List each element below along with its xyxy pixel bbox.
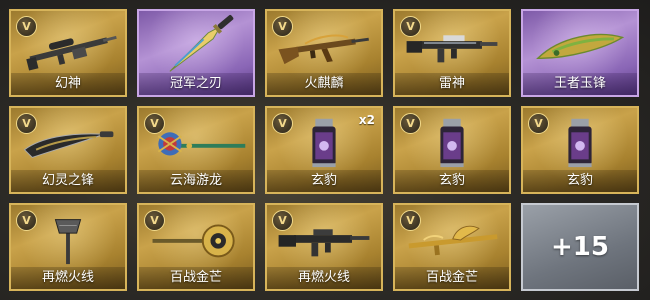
v-badge: V <box>144 210 165 231</box>
item-name: 玄豹 <box>267 170 381 192</box>
reward-tile-5[interactable]: V 幻灵之锋 <box>9 106 127 194</box>
item-name: 百战金芒 <box>139 267 253 289</box>
v-badge: V <box>272 113 293 134</box>
item-name: 百战金芒 <box>395 267 509 289</box>
reward-tile-6[interactable]: V 云海游龙 <box>137 106 255 194</box>
item-name: 冠军之刃 <box>139 73 253 95</box>
item-name: 幻灵之锋 <box>11 170 125 192</box>
v-badge: V <box>16 16 37 37</box>
v-badge: V <box>272 210 293 231</box>
item-name: 玄豹 <box>395 170 509 192</box>
reward-tile-13[interactable]: V 百战金芒 <box>393 203 511 291</box>
v-badge: V <box>400 113 421 134</box>
reward-tile-4[interactable]: 王者玉锋 <box>521 9 639 97</box>
reward-tile-8[interactable]: V 玄豹 <box>393 106 511 194</box>
item-name: 幻神 <box>11 73 125 95</box>
item-name: 火麒麟 <box>267 73 381 95</box>
more-rewards-count: +15 <box>551 232 609 262</box>
reward-grid: V 幻神 冠军之刃 V 火麒麟 V 雷神 王者玉锋 V 幻灵之锋 V 云海游龙 … <box>9 9 639 291</box>
quantity-badge: x2 <box>358 113 375 127</box>
reward-tile-11[interactable]: V 百战金芒 <box>137 203 255 291</box>
v-badge: V <box>400 16 421 37</box>
item-name: 玄豹 <box>523 170 637 192</box>
v-badge: V <box>400 210 421 231</box>
item-name: 王者玉锋 <box>523 73 637 95</box>
reward-tile-7[interactable]: V x2 玄豹 <box>265 106 383 194</box>
v-badge: V <box>528 113 549 134</box>
item-name: 云海游龙 <box>139 170 253 192</box>
more-rewards-button[interactable]: +15 <box>521 203 639 291</box>
reward-tile-10[interactable]: V 再燃火线 <box>9 203 127 291</box>
reward-tile-3[interactable]: V 雷神 <box>393 9 511 97</box>
v-badge: V <box>16 210 37 231</box>
v-badge: V <box>16 113 37 134</box>
knife-icon <box>169 15 234 72</box>
reward-tile-1[interactable]: 冠军之刃 <box>137 9 255 97</box>
jade-blade-icon <box>536 33 625 59</box>
reward-tile-12[interactable]: V 再燃火线 <box>265 203 383 291</box>
item-name: 再燃火线 <box>267 267 381 289</box>
reward-tile-0[interactable]: V 幻神 <box>9 9 127 97</box>
reward-tile-2[interactable]: V 火麒麟 <box>265 9 383 97</box>
v-badge: V <box>272 16 293 37</box>
reward-tile-9[interactable]: V 玄豹 <box>521 106 639 194</box>
v-badge: V <box>144 113 165 134</box>
item-name: 再燃火线 <box>11 267 125 289</box>
item-name: 雷神 <box>395 73 509 95</box>
